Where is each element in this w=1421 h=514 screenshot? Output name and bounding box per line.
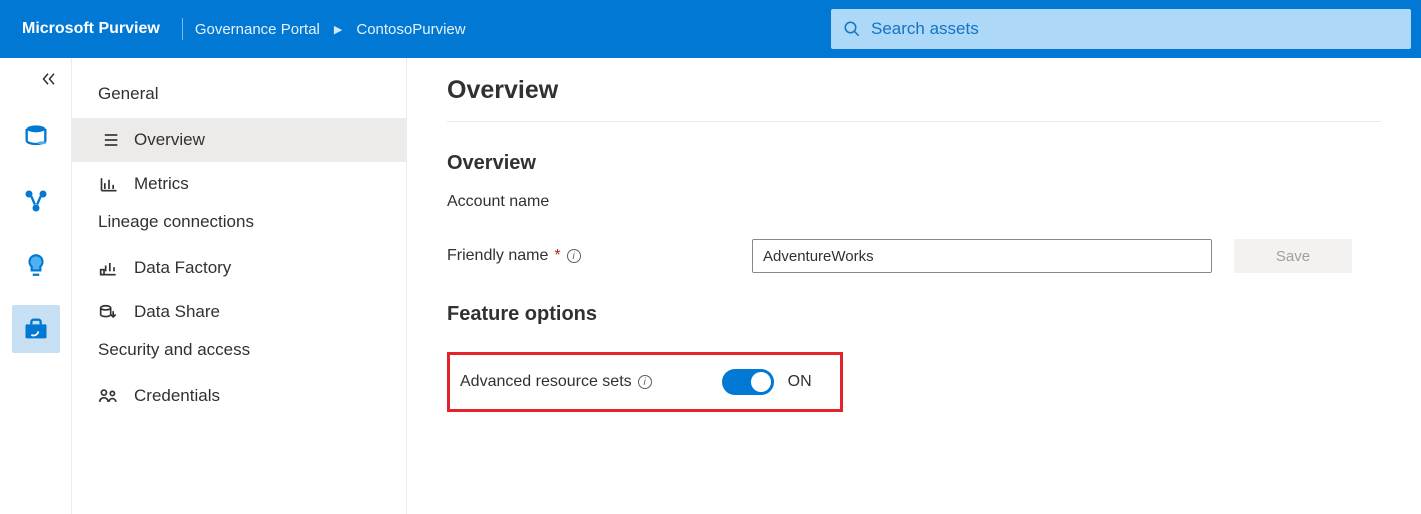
adv-resource-sets-toggle[interactable] [722, 369, 774, 395]
info-icon[interactable]: i [567, 249, 581, 263]
search-input[interactable] [871, 19, 1399, 39]
sidebar: General Overview Metrics Lineage connect… [72, 58, 407, 514]
rail-item-management[interactable] [12, 305, 60, 353]
sidebar-item-label: Metrics [134, 174, 189, 194]
friendly-name-input[interactable] [752, 239, 1212, 273]
data-share-icon [98, 303, 120, 321]
required-asterisk: * [554, 247, 560, 265]
sidebar-item-credentials[interactable]: Credentials [72, 374, 406, 418]
highlighted-region: Advanced resource sets i ON [447, 352, 843, 412]
main-content: Overview Overview Account name Friendly … [407, 58, 1421, 514]
sidebar-group-general: General [72, 78, 406, 118]
sidebar-item-label: Overview [134, 130, 205, 150]
sidebar-item-metrics[interactable]: Metrics [72, 162, 406, 206]
list-icon [98, 132, 120, 148]
breadcrumb-portal[interactable]: Governance Portal [195, 21, 320, 38]
rail-item-data-map[interactable] [12, 177, 60, 225]
breadcrumb: Governance Portal ▶ ContosoPurview [195, 21, 466, 38]
sidebar-group-lineage: Lineage connections [72, 206, 406, 246]
brand-title: Microsoft Purview [0, 20, 182, 38]
section-feature-heading: Feature options [447, 303, 1381, 326]
rail-item-data-catalog[interactable] [12, 113, 60, 161]
nav-rail [0, 58, 72, 514]
credentials-icon [98, 387, 120, 405]
toggle-knob [751, 372, 771, 392]
divider [182, 18, 183, 40]
rail-item-insights[interactable] [12, 241, 60, 289]
sidebar-item-data-factory[interactable]: Data Factory [72, 246, 406, 290]
metrics-icon [98, 175, 120, 193]
section-overview-heading: Overview [447, 152, 1381, 175]
sidebar-item-label: Credentials [134, 386, 220, 406]
page-title: Overview [447, 76, 1381, 122]
sidebar-item-data-share[interactable]: Data Share [72, 290, 406, 334]
database-icon [22, 123, 50, 151]
sidebar-item-overview[interactable]: Overview [72, 118, 406, 162]
search-icon [843, 20, 861, 38]
friendly-name-label: Friendly name * i [447, 247, 752, 265]
adv-resource-sets-label: Advanced resource sets i [460, 373, 652, 391]
toolbox-icon [22, 315, 50, 343]
branch-icon [22, 187, 50, 215]
account-name-label: Account name [447, 193, 752, 211]
collapse-rail-button[interactable] [39, 66, 71, 97]
sidebar-item-label: Data Factory [134, 258, 231, 278]
factory-icon [98, 259, 120, 277]
info-icon[interactable]: i [638, 375, 652, 389]
sidebar-group-security: Security and access [72, 334, 406, 374]
app-header: Microsoft Purview Governance Portal ▶ Co… [0, 0, 1421, 58]
chevron-right-icon: ▶ [334, 23, 342, 36]
toggle-state-label: ON [788, 373, 812, 391]
save-button[interactable]: Save [1234, 239, 1352, 273]
search-box[interactable] [831, 9, 1411, 49]
lightbulb-icon [23, 251, 49, 279]
breadcrumb-account[interactable]: ContosoPurview [356, 21, 465, 38]
sidebar-item-label: Data Share [134, 302, 220, 322]
